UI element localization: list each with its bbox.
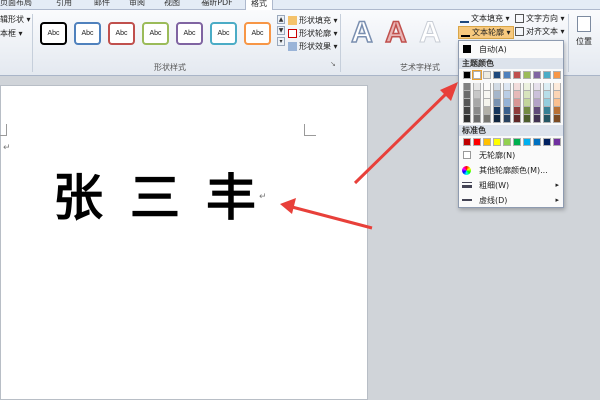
theme-tint-swatch[interactable] bbox=[493, 115, 501, 123]
submenu-arrow-icon: ▸ bbox=[555, 181, 559, 189]
theme-tint-swatch[interactable] bbox=[543, 107, 551, 115]
color-swatch bbox=[463, 45, 471, 53]
submenu-arrow-icon: ▸ bbox=[555, 196, 559, 204]
theme-tint-swatch[interactable] bbox=[463, 115, 471, 123]
theme-tint-swatch[interactable] bbox=[553, 83, 561, 91]
theme-swatch[interactable] bbox=[483, 71, 491, 79]
theme-swatch[interactable] bbox=[553, 71, 561, 79]
standard-swatch[interactable] bbox=[533, 138, 541, 146]
theme-tint-swatch[interactable] bbox=[503, 115, 511, 123]
standard-swatch[interactable] bbox=[543, 138, 551, 146]
standard-swatch[interactable] bbox=[473, 138, 481, 146]
theme-tint-swatch[interactable] bbox=[533, 99, 541, 107]
theme-tint-swatch[interactable] bbox=[493, 91, 501, 99]
theme-tint-swatch[interactable] bbox=[543, 115, 551, 123]
theme-tint-swatch[interactable] bbox=[473, 107, 481, 115]
theme-swatch[interactable] bbox=[493, 71, 501, 79]
no-color-icon bbox=[463, 151, 471, 159]
theme-tint-swatch[interactable] bbox=[513, 91, 521, 99]
theme-swatch[interactable] bbox=[523, 71, 531, 79]
theme-tint-swatch[interactable] bbox=[533, 107, 541, 115]
theme-tint-swatch[interactable] bbox=[483, 83, 491, 91]
theme-tint-swatch[interactable] bbox=[553, 107, 561, 115]
theme-tint-swatch[interactable] bbox=[533, 115, 541, 123]
theme-tint-swatch[interactable] bbox=[493, 83, 501, 91]
standard-swatch[interactable] bbox=[553, 138, 561, 146]
theme-tint-swatch[interactable] bbox=[513, 107, 521, 115]
theme-tint-swatch[interactable] bbox=[523, 115, 531, 123]
theme-tint-swatch[interactable] bbox=[473, 83, 481, 91]
theme-tint-swatch[interactable] bbox=[483, 107, 491, 115]
theme-tint-swatch[interactable] bbox=[553, 91, 561, 99]
theme-tint-swatch[interactable] bbox=[493, 107, 501, 115]
theme-tint-swatch[interactable] bbox=[543, 83, 551, 91]
theme-swatch[interactable] bbox=[513, 71, 521, 79]
theme-tint-swatch[interactable] bbox=[533, 91, 541, 99]
dashes-item[interactable]: 虚线(D) ▸ bbox=[459, 194, 563, 207]
red-arrow-to-text bbox=[280, 198, 373, 230]
theme-tint-swatch[interactable] bbox=[463, 99, 471, 107]
auto-color-item[interactable]: 自动(A) bbox=[459, 43, 563, 56]
theme-tint-swatch[interactable] bbox=[513, 99, 521, 107]
text-outline-dropdown: 自动(A) 主题颜色 标准色 无轮廓(N) 其他轮廓颜色(M)... 粗细(W)… bbox=[458, 40, 564, 208]
theme-tint-swatch[interactable] bbox=[503, 99, 511, 107]
theme-tint-swatch[interactable] bbox=[463, 83, 471, 91]
theme-tint-swatch[interactable] bbox=[523, 91, 531, 99]
no-outline-item[interactable]: 无轮廓(N) bbox=[459, 149, 563, 162]
color-wheel-icon bbox=[462, 166, 471, 175]
theme-tint-swatch[interactable] bbox=[463, 91, 471, 99]
red-arrow-to-color bbox=[353, 82, 458, 185]
theme-tint-swatch[interactable] bbox=[533, 83, 541, 91]
standard-colors-header: 标准色 bbox=[459, 125, 563, 136]
theme-tint-swatch[interactable] bbox=[523, 107, 531, 115]
theme-tint-swatch[interactable] bbox=[473, 115, 481, 123]
theme-tint-swatch[interactable] bbox=[473, 91, 481, 99]
theme-tint-swatch[interactable] bbox=[553, 99, 561, 107]
theme-tint-swatch[interactable] bbox=[503, 83, 511, 91]
standard-swatch[interactable] bbox=[523, 138, 531, 146]
standard-swatch[interactable] bbox=[493, 138, 501, 146]
theme-swatch[interactable] bbox=[472, 70, 482, 80]
theme-tint-swatch[interactable] bbox=[493, 99, 501, 107]
theme-swatch[interactable] bbox=[533, 71, 541, 79]
line-weight-icon bbox=[462, 182, 472, 188]
theme-tint-swatch[interactable] bbox=[503, 107, 511, 115]
standard-swatch[interactable] bbox=[513, 138, 521, 146]
theme-tint-swatch[interactable] bbox=[513, 83, 521, 91]
standard-swatch[interactable] bbox=[483, 138, 491, 146]
theme-tint-swatch[interactable] bbox=[523, 99, 531, 107]
weight-item[interactable]: 粗细(W) ▸ bbox=[459, 179, 563, 192]
theme-tint-swatch[interactable] bbox=[473, 99, 481, 107]
theme-swatch[interactable] bbox=[463, 71, 471, 79]
standard-swatch[interactable] bbox=[463, 138, 471, 146]
theme-colors-header: 主题颜色 bbox=[459, 58, 563, 69]
theme-tint-swatch[interactable] bbox=[503, 91, 511, 99]
theme-tint-swatch[interactable] bbox=[523, 83, 531, 91]
theme-swatch[interactable] bbox=[503, 71, 511, 79]
theme-tint-swatch[interactable] bbox=[513, 115, 521, 123]
dashes-icon bbox=[462, 199, 472, 201]
more-colors-item[interactable]: 其他轮廓颜色(M)... bbox=[459, 164, 563, 177]
theme-swatch[interactable] bbox=[543, 71, 551, 79]
standard-swatch[interactable] bbox=[503, 138, 511, 146]
theme-tint-swatch[interactable] bbox=[483, 115, 491, 123]
theme-tint-swatch[interactable] bbox=[483, 91, 491, 99]
theme-tint-swatch[interactable] bbox=[543, 91, 551, 99]
theme-tint-swatch[interactable] bbox=[543, 99, 551, 107]
theme-tint-swatch[interactable] bbox=[553, 115, 561, 123]
theme-tint-swatch[interactable] bbox=[463, 107, 471, 115]
app-window: 页面布局 引用 邮件 审阅 视图 福昕PDF 格式 辑形状 ▾ 本框 ▾ Abc… bbox=[0, 0, 600, 400]
theme-tint-swatch[interactable] bbox=[483, 99, 491, 107]
